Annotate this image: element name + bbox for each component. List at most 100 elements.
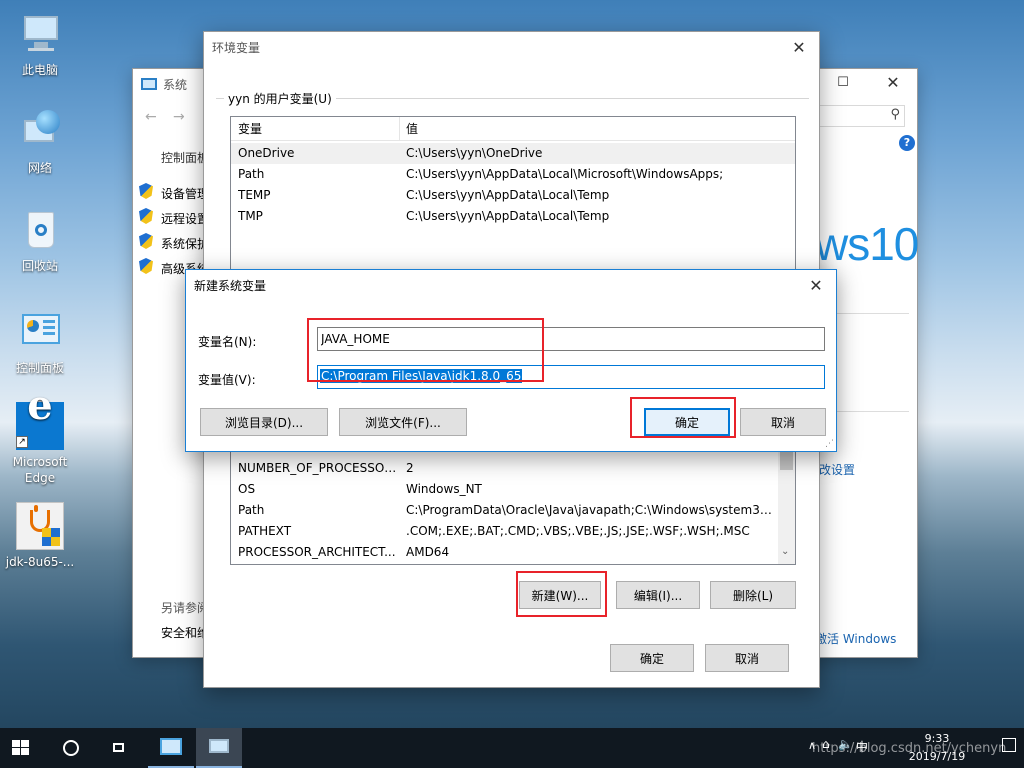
- row-variable: Path: [238, 503, 265, 517]
- network-icon: [16, 108, 64, 156]
- computer-icon: [16, 10, 64, 58]
- dialog-cancel-button[interactable]: 取消: [740, 408, 826, 436]
- desktop-icon-label: 回收站: [21, 259, 58, 273]
- taskbar: ∧ ⌂ 🔈 中 9:33 2019/7/19 https://blog.csdn…: [0, 728, 1024, 768]
- table-row[interactable]: OS Windows_NT: [231, 479, 795, 500]
- search-input[interactable]: ⚲: [819, 105, 905, 127]
- table-row[interactable]: PATHEXT .COM;.EXE;.BAT;.CMD;.VBS;.VBE;.J…: [231, 521, 795, 542]
- row-variable: TMP: [238, 209, 263, 223]
- row-value: C:\Users\yyn\AppData\Local\Temp: [406, 209, 610, 223]
- desktop-icon-this-pc[interactable]: 此电脑: [2, 10, 78, 78]
- new-button[interactable]: 新建(W)...: [519, 581, 601, 609]
- help-icon[interactable]: ?: [899, 135, 915, 151]
- search-circle-icon[interactable]: [63, 740, 79, 756]
- desktop-icon-label: 此电脑: [21, 63, 58, 77]
- row-variable: Path: [238, 167, 265, 181]
- row-value: C:\ProgramData\Oracle\Java\javapath;C:\W…: [406, 503, 778, 517]
- table-row[interactable]: TEMP C:\Users\yyn\AppData\Local\Temp: [231, 185, 795, 206]
- row-value: Windows_NT: [406, 482, 482, 496]
- desktop-icon-label: 网络: [27, 161, 52, 175]
- column-divider: [399, 117, 400, 140]
- taskbar-app-system[interactable]: [196, 728, 242, 768]
- desktop-icon-label: Microsoft Edge: [12, 455, 68, 485]
- recycle-bin-icon: [16, 206, 64, 254]
- shield-icon: [139, 208, 153, 224]
- env-vars-title: 环境变量: [212, 40, 261, 55]
- desktop-icon-label: 控制面板: [15, 361, 64, 375]
- maximize-icon[interactable]: ☐: [823, 75, 863, 95]
- dialog-titlebar: 新建系统变量: [186, 270, 836, 300]
- browse-directory-button[interactable]: 浏览目录(D)...: [200, 408, 328, 436]
- column-header-value[interactable]: 值: [406, 117, 778, 140]
- windows-start-icon[interactable]: [12, 740, 30, 756]
- activate-windows-link[interactable]: 激活 Windows: [815, 630, 896, 647]
- resize-grip-icon[interactable]: ⋰: [825, 439, 834, 449]
- desktop-icon-control-panel[interactable]: 控制面板: [2, 308, 78, 376]
- watermark-text: https://blog.csdn.net/ychenyn: [812, 741, 1007, 756]
- windows10-brand: ws10: [815, 218, 919, 270]
- row-value: C:\Users\yyn\OneDrive: [406, 146, 543, 160]
- desktop-icon-recycle-bin[interactable]: 回收站: [2, 206, 78, 274]
- back-arrow-icon[interactable]: ←: [145, 109, 157, 125]
- close-icon[interactable]: ✕: [873, 73, 913, 95]
- variable-name-input[interactable]: [317, 327, 825, 351]
- desktop-icon-edge[interactable]: e ↗ Microsoft Edge: [2, 386, 78, 486]
- column-header-variable[interactable]: 变量: [238, 117, 400, 140]
- table-row[interactable]: NUMBER_OF_PROCESSORS 2: [231, 458, 795, 479]
- dialog-ok-button[interactable]: 确定: [644, 408, 730, 436]
- control-panel-icon: [16, 308, 64, 356]
- row-variable: NUMBER_OF_PROCESSORS: [238, 461, 400, 475]
- selected-text: C:\Program Files\Java\jdk1.8.0_65: [320, 369, 523, 383]
- security-link[interactable]: 安全和维: [161, 624, 209, 641]
- cancel-button[interactable]: 取消: [705, 644, 789, 672]
- forward-arrow-icon[interactable]: →: [173, 109, 185, 125]
- table-row[interactable]: Path C:\ProgramData\Oracle\Java\javapath…: [231, 500, 795, 521]
- desktop-icon-jdk-installer[interactable]: jdk-8u65-...: [2, 502, 78, 570]
- row-value: 2: [406, 461, 414, 475]
- change-settings-link[interactable]: 改设置: [819, 461, 855, 478]
- row-variable: OneDrive: [238, 146, 295, 160]
- table-row[interactable]: TMP C:\Users\yyn\AppData\Local\Temp: [231, 206, 795, 227]
- variable-name-label: 变量名(N):: [198, 335, 257, 349]
- system-icon: [141, 78, 157, 90]
- control-panel-icon: [160, 738, 182, 755]
- variable-value-input[interactable]: C:\Program Files\Java\jdk1.8.0_65: [317, 365, 825, 389]
- row-value: C:\Users\yyn\AppData\Local\Microsoft\Win…: [406, 167, 724, 181]
- browse-file-button[interactable]: 浏览文件(F)...: [339, 408, 467, 436]
- row-variable: PROCESSOR_ARCHITECT...: [238, 545, 396, 559]
- row-value: C:\Users\yyn\AppData\Local\Temp: [406, 188, 610, 202]
- close-icon[interactable]: ✕: [779, 32, 819, 62]
- task-view-icon[interactable]: [110, 740, 128, 756]
- shield-icon: [139, 233, 153, 249]
- env-vars-titlebar: 环境变量: [204, 32, 819, 62]
- desktop-icon-network[interactable]: 网络: [2, 108, 78, 176]
- java-installer-icon: [16, 502, 64, 550]
- link-device-manager[interactable]: 设备管理: [161, 185, 209, 202]
- table-row[interactable]: OneDrive C:\Users\yyn\OneDrive: [231, 143, 795, 164]
- row-value: AMD64: [406, 545, 450, 559]
- notification-icon[interactable]: [1002, 738, 1016, 752]
- row-variable: TEMP: [238, 188, 271, 202]
- shield-icon: [139, 258, 153, 274]
- table-row[interactable]: Path C:\Users\yyn\AppData\Local\Microsof…: [231, 164, 795, 185]
- shield-icon: [139, 183, 153, 199]
- row-variable: PATHEXT: [238, 524, 292, 538]
- table-row[interactable]: PROCESSOR_ARCHITECT... AMD64: [231, 542, 795, 563]
- row-value: .COM;.EXE;.BAT;.CMD;.VBS;.VBE;.JS;.JSE;.…: [406, 524, 750, 538]
- edge-icon: e ↗: [16, 386, 64, 450]
- link-remote-settings[interactable]: 远程设置: [161, 210, 209, 227]
- row-variable: OS: [238, 482, 256, 496]
- ok-button[interactable]: 确定: [610, 644, 694, 672]
- new-system-variable-dialog: 新建系统变量 ✕ 变量名(N): 变量值(V): C:\Program File…: [185, 269, 837, 452]
- edit-button[interactable]: 编辑(I)...: [616, 581, 700, 609]
- chevron-down-icon[interactable]: ⌄: [781, 546, 789, 557]
- taskbar-app-control-panel[interactable]: [148, 728, 194, 768]
- search-icon: ⚲: [890, 107, 900, 122]
- computer-icon: [209, 739, 229, 753]
- close-icon[interactable]: ✕: [796, 270, 836, 300]
- desktop-icon-label: jdk-8u65-...: [5, 555, 75, 569]
- delete-button[interactable]: 删除(L): [710, 581, 796, 609]
- user-vars-group-label: yyn 的用户变量(U): [224, 90, 336, 107]
- link-system-protection[interactable]: 系统保护: [161, 235, 209, 252]
- control-panel-link[interactable]: 控制面板: [161, 149, 209, 166]
